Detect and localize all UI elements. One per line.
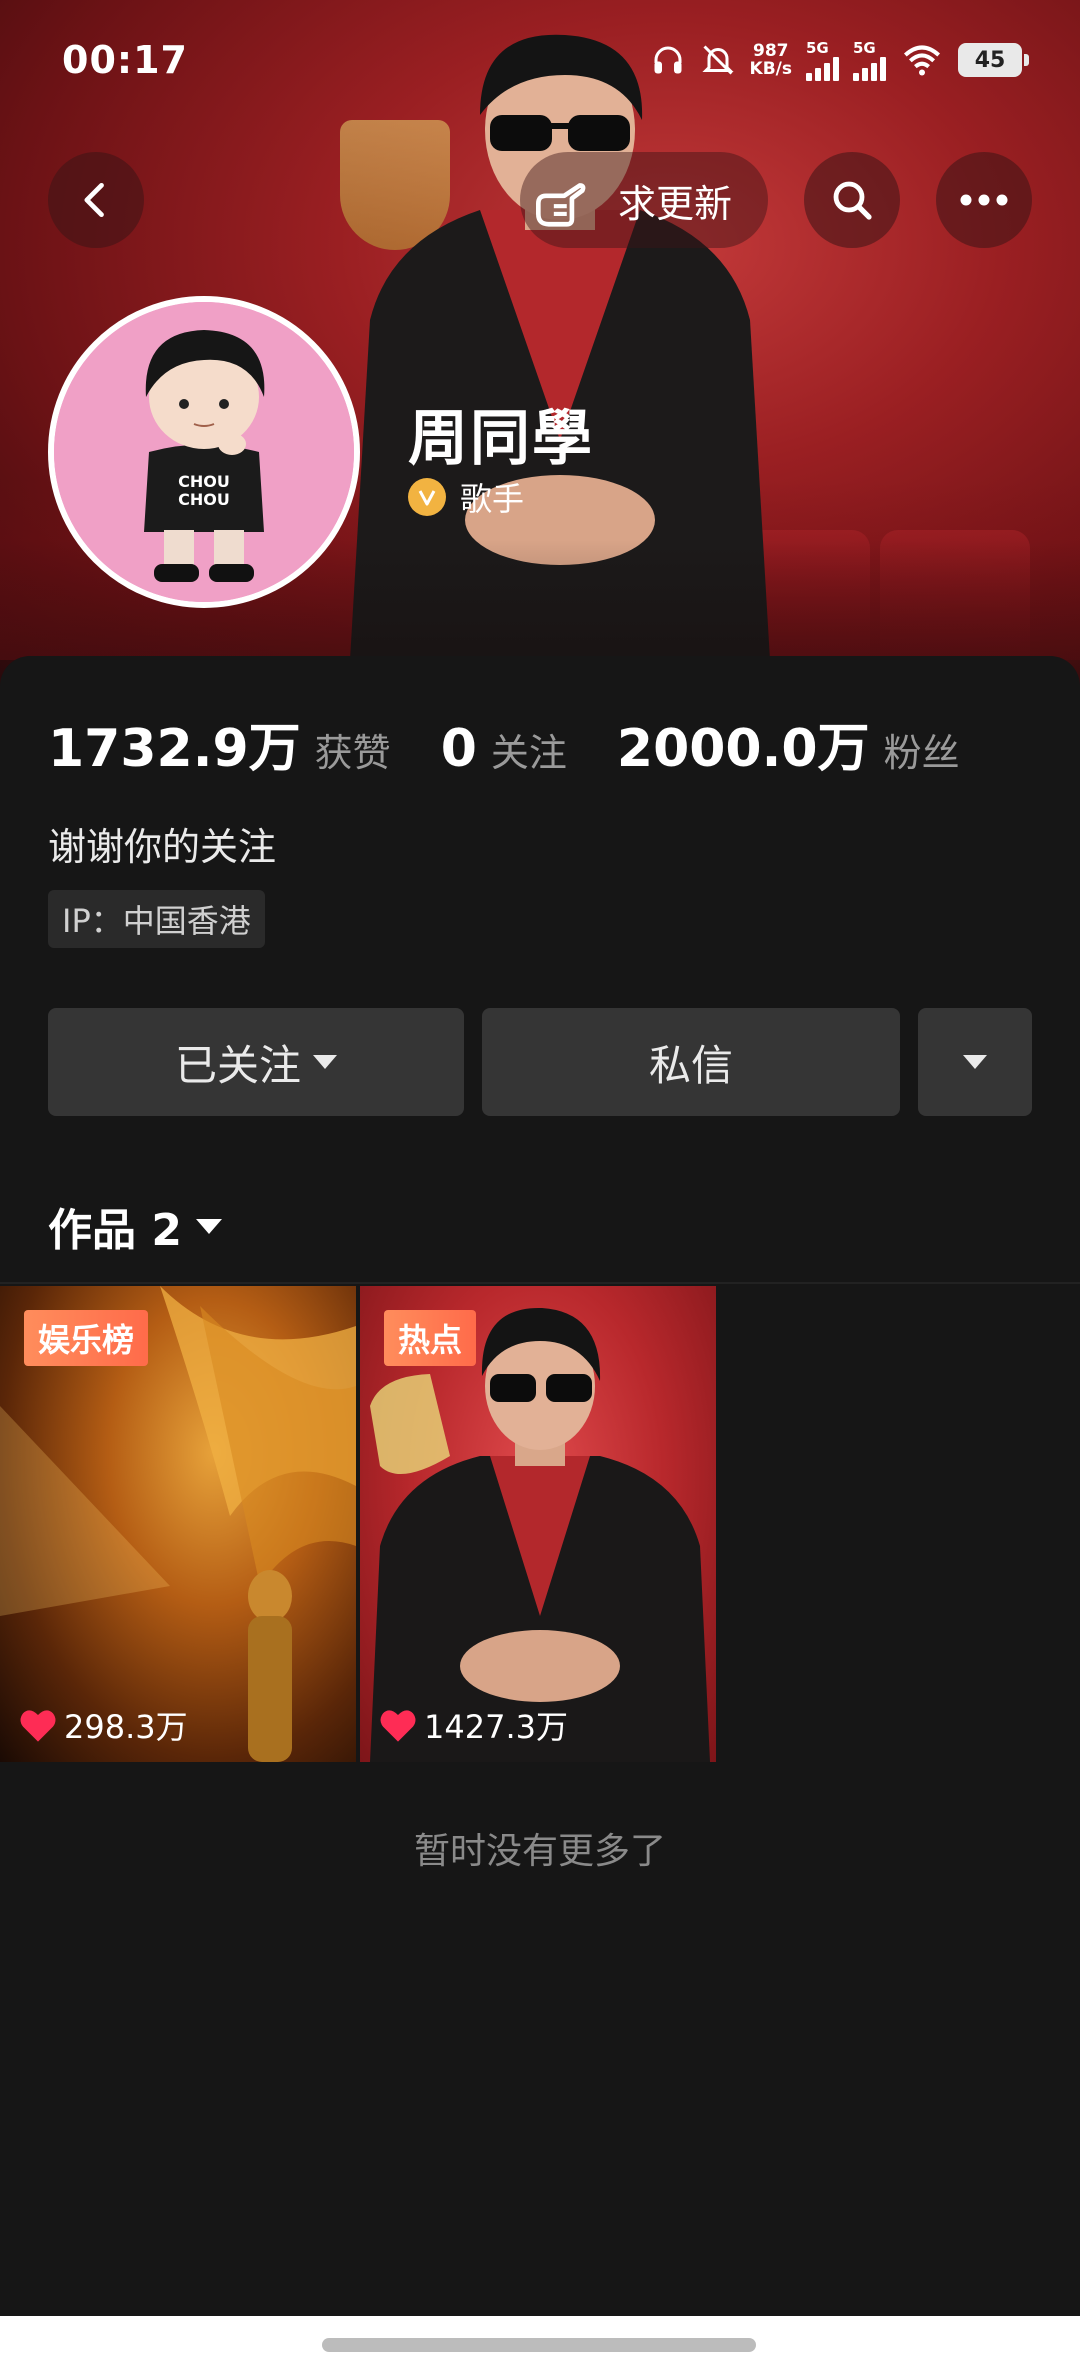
stat-likes[interactable]: 1732.9万 获赞 [48,706,391,781]
heart-icon [20,1710,56,1742]
profile-page: 00:17 987 KB/s 5G 5G 45 求更新 CHOU CHOU 周同… [0,0,1080,2376]
end-of-list-text: 暂时没有更多了 [413,1831,666,1872]
signal-sim1: 5G [806,39,839,81]
works-tab[interactable]: 作品 2 [48,1194,222,1258]
video-tag: 娱乐榜 [24,1310,149,1366]
status-bar: 00:17 987 KB/s 5G 5G 45 [0,0,1080,120]
verified-badge-icon [408,478,446,516]
profile-stats: 1732.9万 获赞 0 关注 2000.0万 粉丝 [48,706,1010,781]
signal-sim2: 5G [853,39,886,81]
svg-text:CHOU: CHOU [178,472,230,491]
svg-text:CHOU: CHOU [178,490,230,509]
ip-location-tag: IP：中国香港 [48,890,265,948]
video-likes-count: 1427.3万 [424,1708,568,1746]
works-grid: 娱乐榜 298.3万 热点 1427.3万 [0,1286,716,1762]
more-button[interactable] [936,152,1032,248]
avatar[interactable]: CHOU CHOU [48,296,360,608]
pointing-hand-icon [536,183,586,227]
stat-followers[interactable]: 2000.0万 粉丝 [617,706,960,781]
chevron-left-icon [84,182,104,218]
net-speed-value: 987 [753,41,789,61]
video-likes: 1427.3万 [378,1702,568,1748]
v-letter-icon [418,490,436,506]
profile-role: 歌手 [408,474,524,520]
wifi-icon [903,45,941,76]
stat-following[interactable]: 0 关注 [441,719,567,779]
profile-bio: 谢谢你的关注 [48,825,277,869]
stat-likes-value: 1732.9万 [48,719,301,779]
caret-down-icon [313,1055,337,1069]
heart-icon [380,1710,416,1742]
stat-followers-label: 粉丝 [883,731,960,775]
signal-bars-icon [806,57,839,81]
message-button[interactable]: 私信 [482,1008,900,1116]
stat-following-value: 0 [440,719,477,779]
search-icon [833,181,872,220]
back-button[interactable] [48,152,144,248]
request-update-label: 求更新 [617,181,732,226]
signal-bars-icon [853,57,886,81]
request-update-button[interactable]: 求更新 [520,152,768,248]
avatar-cartoon-figure: CHOU CHOU [54,302,354,602]
home-indicator[interactable] [322,2338,756,2352]
video-tag: 热点 [384,1310,477,1366]
video-thumbnail[interactable]: 娱乐榜 298.3万 [0,1286,356,1762]
net-speed: 987 KB/s [750,42,792,78]
profile-role-label: 歌手 [460,480,525,518]
net-speed-unit: KB/s [749,59,792,79]
more-dots-icon [960,194,1008,206]
caret-down-icon [195,1218,222,1234]
video-likes-count: 298.3万 [64,1708,188,1746]
caret-down-icon [963,1055,987,1069]
following-button[interactable]: 已关注 [48,1008,464,1116]
headphones-icon [654,46,682,74]
stat-likes-label: 获赞 [314,731,391,775]
bell-muted-icon [701,45,734,75]
message-button-label: 私信 [648,1040,733,1090]
sim2-label: 5G [853,39,876,57]
status-icons: 987 KB/s 5G 5G 45 [650,39,1029,81]
following-button-label: 已关注 [174,1040,301,1090]
stat-following-label: 关注 [490,731,567,775]
section-divider [0,1282,1080,1284]
works-tab-label: 作品 2 [48,1205,182,1256]
stat-followers-value: 2000.0万 [616,719,870,779]
sim1-label: 5G [806,39,829,57]
video-likes: 298.3万 [18,1702,188,1748]
battery-indicator: 45 [958,43,1029,77]
profile-content-sheet: 1732.9万 获赞 0 关注 2000.0万 粉丝 谢谢你的关注 IP：中国香… [0,656,1080,2316]
profile-name: 周同學 [408,404,594,474]
more-actions-dropdown-button[interactable] [918,1008,1032,1116]
video-thumbnail[interactable]: 热点 1427.3万 [360,1286,716,1762]
status-time: 00:17 [62,38,188,82]
search-button[interactable] [804,152,900,248]
